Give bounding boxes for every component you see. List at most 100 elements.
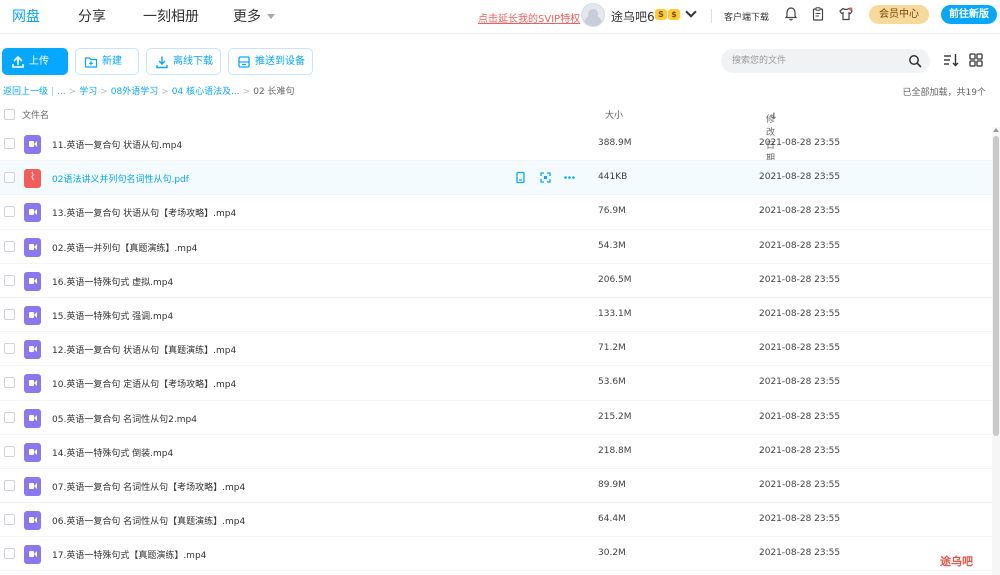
tab-share[interactable]: 分享 bbox=[78, 6, 106, 26]
video-file-icon bbox=[24, 271, 41, 291]
tab-more[interactable]: 更多 bbox=[233, 6, 275, 26]
row-checkbox[interactable] bbox=[4, 445, 15, 457]
row-checkbox[interactable] bbox=[4, 514, 15, 526]
file-date: 2021-08-28 23:55 bbox=[759, 206, 841, 217]
table-row[interactable]: 07.英语一复合句 名词性从句【考场攻略】.mp4 89.9M 2021-08-28… bbox=[0, 469, 992, 504]
video-file-icon bbox=[24, 305, 41, 325]
file-name[interactable]: 12.英语一复合句 状语从句【真题演练】.mp4 bbox=[52, 343, 236, 356]
clipboard-icon[interactable] bbox=[810, 6, 826, 22]
row-checkbox[interactable] bbox=[4, 172, 15, 184]
table-row[interactable]: 14.英语一特殊句式 倒装.mp4 218.8M 2021-08-28 23:55 bbox=[0, 435, 992, 469]
column-size[interactable]: 大小 bbox=[605, 108, 623, 121]
upload-label: 上传 bbox=[29, 56, 49, 67]
table-row[interactable]: 02语法讲义并列句名词性从句.pdf 441KB 2021-08-28 23:55 bbox=[0, 161, 992, 196]
table-row[interactable]: 13.英语一复合句 状语从句【考场攻略】.mp4 76.9M 2021-08-28 … bbox=[0, 195, 992, 230]
file-date: 2021-08-28 23:55 bbox=[759, 172, 841, 183]
row-checkbox[interactable] bbox=[4, 308, 15, 320]
breadcrumb-item-study[interactable]: 学习 bbox=[79, 87, 97, 97]
breadcrumb-separator: > bbox=[100, 87, 108, 97]
table-row[interactable]: 17.英语一特殊句式【真题演练】.mp4 30.2M 2021-08-28 23:5… bbox=[0, 537, 992, 572]
scrollbar-thumb[interactable] bbox=[993, 136, 999, 436]
shirt-icon[interactable] bbox=[838, 6, 854, 22]
breadcrumb-separator: > bbox=[161, 87, 169, 97]
chevron-down-icon bbox=[267, 14, 275, 19]
file-name[interactable]: 02.英语一并列句【真题演练】.mp4 bbox=[52, 241, 197, 254]
download-icon[interactable] bbox=[514, 171, 527, 184]
select-all-checkbox[interactable] bbox=[4, 109, 15, 120]
table-row[interactable]: 05.英语一复合句 名词性从句2.mp4 215.2M 2021-08-28 23:… bbox=[0, 401, 992, 435]
new-version-button[interactable]: 前往新版 bbox=[941, 5, 997, 24]
username[interactable]: 途乌吧6 bbox=[611, 8, 655, 25]
file-date: 2021-08-28 23:55 bbox=[759, 445, 841, 456]
breadcrumb-item-foreign-language[interactable]: 08外语学习 bbox=[111, 87, 158, 97]
row-checkbox[interactable] bbox=[4, 138, 15, 149]
search-box bbox=[721, 49, 930, 73]
vip-center-button[interactable]: 会员中心 bbox=[869, 5, 929, 24]
table-row[interactable]: 11.英语一复合句 状语从句.mp4 388.9M 2021-08-28 23:55 bbox=[0, 127, 992, 162]
column-filename[interactable]: 文件名 bbox=[22, 108, 49, 121]
grid-view-icon[interactable] bbox=[969, 53, 983, 67]
tab-netdisk[interactable]: 网盘 bbox=[12, 6, 40, 26]
coin-badge-icon: $ bbox=[668, 9, 680, 20]
row-checkbox[interactable] bbox=[4, 548, 15, 560]
row-checkbox[interactable] bbox=[4, 206, 15, 218]
upload-button[interactable]: 上传 bbox=[2, 48, 68, 75]
loaded-count: 已全部加载，共19个 bbox=[902, 88, 986, 98]
breadcrumb-separator: > bbox=[68, 87, 77, 97]
bell-icon[interactable] bbox=[783, 6, 799, 22]
sort-desc-arrow-icon: ↓ bbox=[770, 112, 778, 122]
scrollbar[interactable] bbox=[992, 127, 1000, 575]
push-to-device-button[interactable]: 推送到设备 bbox=[228, 48, 313, 75]
file-size: 388.9M bbox=[598, 138, 632, 148]
file-name[interactable]: 17.英语一特殊句式【真题演练】.mp4 bbox=[52, 548, 206, 561]
user-menu-chevron-icon[interactable] bbox=[685, 6, 697, 18]
more-icon[interactable] bbox=[563, 171, 576, 184]
file-name[interactable]: 14.英语一特殊句式 倒装.mp4 bbox=[52, 446, 173, 459]
file-name[interactable]: 06.英语一复合句 名词性从句【真题演练】.mp4 bbox=[52, 514, 245, 527]
table-row[interactable]: 15.英语一特殊句式 强调.mp4 133.1M 2021-08-28 23:55 bbox=[0, 298, 992, 333]
file-name[interactable]: 13.英语一复合句 状语从句【考场攻略】.mp4 bbox=[52, 206, 236, 219]
scroll-up-arrow-icon[interactable] bbox=[993, 128, 999, 132]
file-size: 441KB bbox=[598, 172, 628, 183]
file-name[interactable]: 07.英语一复合句 名词性从句【考场攻略】.mp4 bbox=[52, 480, 245, 493]
row-checkbox[interactable] bbox=[4, 377, 15, 389]
file-name[interactable]: 11.英语一复合句 状语从句.mp4 bbox=[52, 138, 182, 151]
file-size: 218.8M bbox=[598, 445, 632, 456]
file-name[interactable]: 16.英语一特殊句式 虚拟.mp4 bbox=[52, 275, 173, 288]
new-folder-button[interactable]: 新建 bbox=[75, 48, 139, 75]
breadcrumb-separator: > bbox=[242, 87, 251, 97]
svip-promo-link[interactable]: 点击延长我的SVIP特权 bbox=[478, 10, 580, 25]
search-icon[interactable] bbox=[908, 54, 922, 68]
table-row[interactable]: 06.英语一复合句 名词性从句【真题演练】.mp4 64.4M 2021-08-28… bbox=[0, 503, 992, 538]
row-checkbox[interactable] bbox=[4, 343, 15, 355]
file-name[interactable]: 02语法讲义并列句名词性从句.pdf bbox=[52, 172, 189, 185]
breadcrumb-back[interactable]: 返回上一级 bbox=[3, 87, 48, 97]
video-file-icon bbox=[24, 203, 41, 223]
search-input[interactable] bbox=[732, 53, 902, 69]
new-folder-label: 新建 bbox=[102, 56, 122, 67]
row-checkbox[interactable] bbox=[4, 479, 15, 491]
table-row[interactable]: 10.英语一复合句 定语从句【考场攻略】.mp4 53.6M 2021-08-28 … bbox=[0, 366, 992, 401]
row-checkbox[interactable] bbox=[4, 411, 15, 423]
file-date: 2021-08-28 23:55 bbox=[759, 377, 841, 388]
svip-badge-icon: S bbox=[655, 9, 667, 20]
offline-download-button[interactable]: 离线下载 bbox=[146, 48, 221, 75]
sort-icon[interactable] bbox=[942, 52, 960, 68]
table-row[interactable]: 16.英语一特殊句式 虚拟.mp4 206.5M 2021-08-28 23:55 bbox=[0, 264, 992, 298]
row-checkbox[interactable] bbox=[4, 240, 15, 252]
breadcrumb-item-core-grammar[interactable]: 04 核心语法及... bbox=[172, 87, 240, 97]
file-size: 76.9M bbox=[598, 206, 626, 217]
row-checkbox[interactable] bbox=[4, 274, 15, 286]
file-name[interactable]: 10.英语一复合句 定语从句【考场攻略】.mp4 bbox=[52, 377, 236, 390]
table-row[interactable]: 02.英语一并列句【真题演练】.mp4 54.3M 2021-08-28 23:55 bbox=[0, 230, 992, 264]
file-size: 30.2M bbox=[598, 548, 626, 559]
file-name[interactable]: 15.英语一特殊句式 强调.mp4 bbox=[52, 309, 173, 322]
table-row[interactable]: 12.英语一复合句 状语从句【真题演练】.mp4 71.2M 2021-08-28 … bbox=[0, 332, 992, 367]
avatar[interactable] bbox=[581, 3, 605, 27]
client-download-link[interactable]: 客户端下载 bbox=[724, 10, 769, 23]
file-name[interactable]: 05.英语一复合句 名词性从句2.mp4 bbox=[52, 412, 197, 425]
breadcrumb-ellipsis[interactable]: ... bbox=[57, 87, 66, 97]
share-icon[interactable] bbox=[539, 171, 552, 184]
tab-album[interactable]: 一刻相册 bbox=[143, 6, 199, 26]
file-date: 2021-08-28 23:55 bbox=[759, 479, 841, 490]
